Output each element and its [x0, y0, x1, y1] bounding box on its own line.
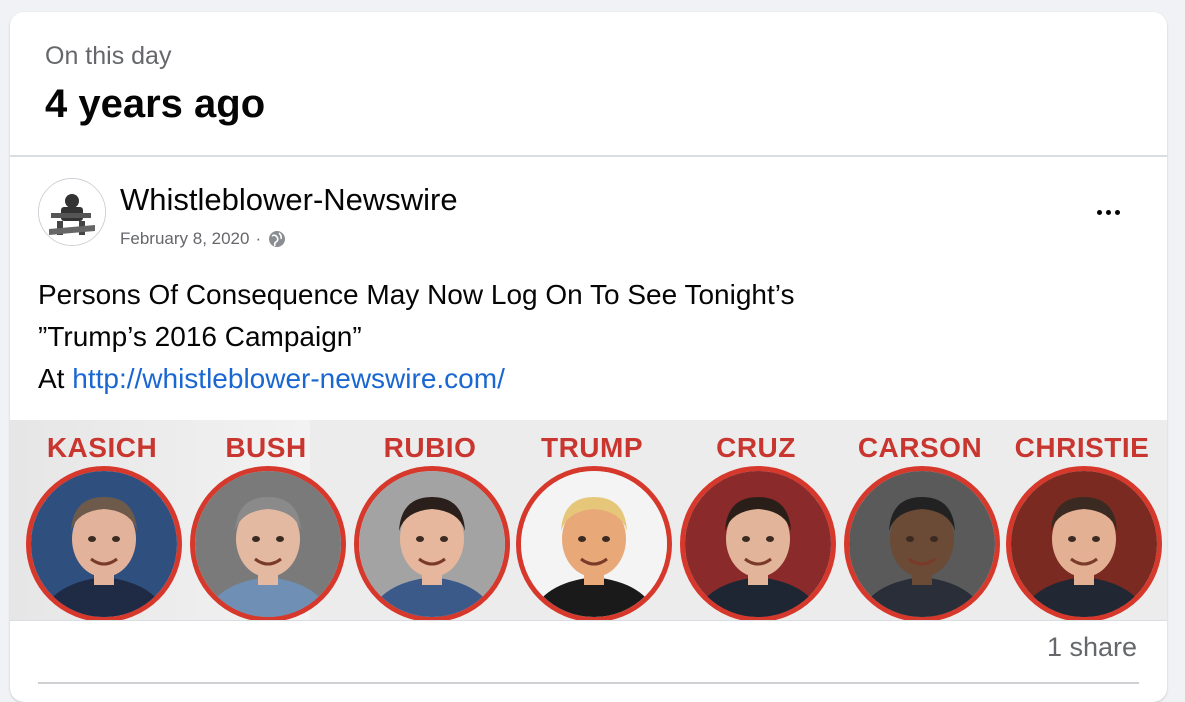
candidate-photo — [1006, 466, 1162, 620]
candidate-name: RUBIO — [383, 432, 477, 463]
candidate-carson: CARSON — [840, 420, 1000, 620]
post-text-prefix: At — [38, 363, 65, 394]
more-options-dot — [1114, 209, 1120, 215]
more-options-icon — [1096, 209, 1102, 215]
memory-header: On this day 4 years ago — [10, 12, 1167, 155]
candidate-name: KASICH — [46, 432, 158, 463]
candidate-trump: TRUMP — [512, 420, 672, 620]
post-text-line2: ”Trump’s 2016 Campaign” — [38, 321, 362, 352]
candidate-photo — [354, 466, 510, 620]
more-options-button[interactable] — [1086, 197, 1130, 227]
bottom-divider — [38, 682, 1139, 684]
candidate-name: CRUZ — [716, 432, 796, 463]
header-divider — [10, 155, 1167, 157]
candidate-christie: CHRISTIE — [1002, 420, 1162, 620]
candidate-photo — [190, 466, 346, 620]
candidate-name: TRUMP — [540, 432, 644, 463]
post-date[interactable]: February 8, 2020 — [120, 229, 249, 249]
more-options-dot — [1105, 209, 1111, 215]
memory-label: On this day — [45, 42, 172, 70]
candidate-bush: BUSH — [186, 420, 346, 620]
candidate-cruz: CRUZ — [676, 420, 836, 620]
globe-icon — [267, 229, 287, 249]
post-image[interactable]: KASICH BUSH RUBIO TRUMP CRUZ CARSON CHRISTIE — [10, 420, 1167, 620]
post-text: Persons Of Consequence May Now Log On To… — [38, 274, 794, 400]
post-link[interactable]: http://whistleblower-newswire.com/ — [72, 363, 505, 394]
memory-title[interactable]: 4 years ago — [45, 82, 265, 127]
candidate-rubio: RUBIO — [350, 420, 510, 620]
post-author-name[interactable]: Whistleblower-Newswire — [120, 182, 458, 218]
memory-card: On this day 4 years ago Whistleblower-Ne… — [10, 12, 1167, 702]
post-text-line3: At http://whistleblower-newswire.com/ — [38, 358, 794, 400]
candidate-name: BUSH — [225, 432, 307, 463]
footer-divider — [10, 620, 1167, 621]
candidate-photo — [26, 466, 182, 620]
meta-separator: · — [255, 229, 262, 248]
candidate-name: CARSON — [857, 432, 983, 463]
candidate-kasich: KASICH — [22, 420, 182, 620]
candidate-photo — [680, 466, 836, 620]
candidate-name: CHRISTIE — [1014, 432, 1150, 463]
share-count[interactable]: 1 share — [1047, 632, 1137, 663]
candidate-photo — [844, 466, 1000, 620]
candidate-photo — [516, 466, 672, 620]
author-avatar[interactable] — [38, 178, 106, 246]
post-text-line1: Persons Of Consequence May Now Log On To… — [38, 279, 795, 310]
post-meta: February 8, 2020 · — [120, 229, 287, 249]
